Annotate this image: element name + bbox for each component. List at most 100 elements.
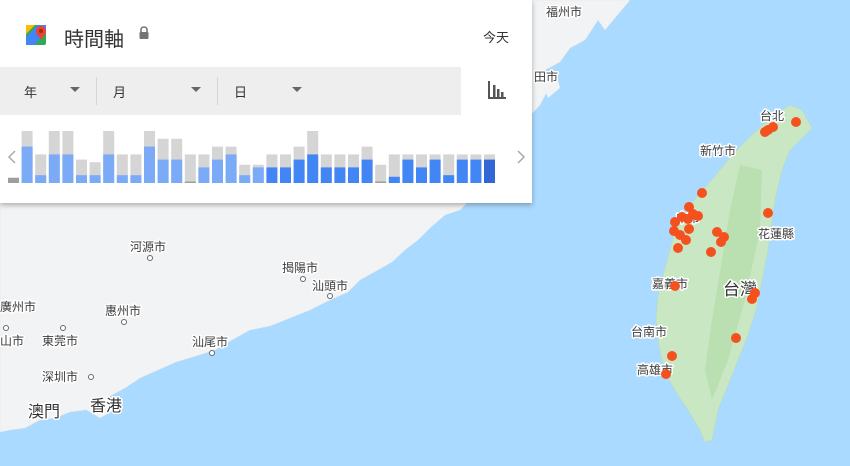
location-marker[interactable] [716,237,726,247]
histogram-bar-visits[interactable] [252,167,264,183]
label-guangzhou: 廣州市 [0,299,36,314]
location-marker[interactable] [670,281,680,291]
location-marker[interactable] [706,247,716,257]
day-select-label: 日 [234,85,248,101]
label-shenzhen: 深圳市 [42,369,78,384]
label-jieyang: 揭陽市 [282,260,318,275]
histogram-bar-total[interactable] [375,164,387,183]
page-title: 時間軸 [64,27,124,51]
chart-toggle-button[interactable] [461,67,532,115]
label-hsinchu: 新竹市 [700,143,736,158]
histogram-bar-visits[interactable] [8,177,19,183]
histogram-bar-visits[interactable] [334,167,346,183]
histogram-bar-visits[interactable] [157,159,169,183]
location-marker[interactable] [667,351,677,361]
histogram-bar-visits[interactable] [293,159,305,183]
histogram-bar-visits[interactable] [48,154,60,183]
histogram-bar-total[interactable] [184,154,196,183]
histogram-bar-visits[interactable] [320,167,332,183]
histogram-bar-visits[interactable] [375,181,387,184]
histogram-bar-visits[interactable] [443,175,455,183]
google-maps-icon [26,25,46,45]
location-marker[interactable] [661,369,671,379]
histogram-bar-visits[interactable] [307,154,319,183]
histogram-bar-visits[interactable] [198,167,210,183]
chevron-right-icon[interactable] [514,145,528,169]
histogram-bar-visits[interactable] [144,146,155,183]
histogram-bar-visits[interactable] [116,175,128,183]
histogram-bar-visits[interactable] [266,167,278,183]
histogram-bar-visits[interactable] [416,167,427,183]
histogram-bar-visits[interactable] [35,175,47,183]
location-marker[interactable] [747,294,757,304]
histogram-bar-visits[interactable] [103,154,115,183]
chevron-down-icon [70,87,80,92]
histogram-bar-visits[interactable] [76,175,87,183]
histogram-bar-visits[interactable] [89,175,101,183]
city-dot [3,325,9,331]
location-marker[interactable] [731,333,741,343]
histogram-bar-visits[interactable] [130,175,142,183]
label-fuzhou: 福州市 [546,4,582,19]
histogram-bar-visits[interactable] [212,159,223,183]
location-marker[interactable] [684,224,694,234]
label-taipei: 台北 [760,108,784,123]
label-heyuan: 河源市 [130,239,166,254]
histogram-bar-visits[interactable] [21,146,33,183]
label-hongkong: 香港 [90,396,122,415]
label-hualien: 花蓮縣 [758,226,794,241]
date-filter-bar: 年 月 日 [0,67,532,115]
location-marker[interactable] [681,235,691,245]
lock-icon [139,26,149,39]
city-dot [60,325,66,331]
location-marker[interactable] [760,127,770,137]
histogram-bar-visits[interactable] [402,159,414,183]
histogram-bar-visits[interactable] [225,154,237,183]
location-marker[interactable] [670,217,680,227]
histogram-bar-visits[interactable] [361,159,373,183]
activity-histogram [0,115,532,203]
month-select[interactable]: 月 [113,67,217,115]
label-shantou: 汕頭市 [312,278,348,293]
histogram-bar-visits[interactable] [171,159,183,183]
city-dot [121,319,127,325]
chevron-down-icon [191,87,201,92]
divider [217,77,218,105]
label-huizhou: 惠州市 [105,303,141,318]
divider [96,77,97,105]
label-tainan: 台南市 [631,324,667,339]
location-marker[interactable] [697,188,707,198]
label-chiayi: 嘉義市 [652,276,688,291]
today-button[interactable]: 今天 [483,27,509,46]
location-marker[interactable] [791,117,801,127]
label-shanwei: 汕尾市 [192,334,228,349]
histogram-chart[interactable] [0,115,532,203]
year-select[interactable]: 年 [24,67,96,115]
city-dot [300,276,306,282]
label-dongguan: 東莞市 [42,333,78,348]
label-putian: 田市 [534,69,558,84]
histogram-bar-visits[interactable] [429,159,441,183]
histogram-bar-visits[interactable] [348,167,359,183]
histogram-bar-visits[interactable] [456,159,468,183]
chevron-down-icon [292,87,302,92]
histogram-bar-visits[interactable] [388,176,400,183]
year-select-label: 年 [24,85,38,101]
location-marker[interactable] [693,211,703,221]
histogram-bar-visits[interactable] [280,167,291,183]
timeline-panel: 時間軸 今天 年 月 日 [0,0,532,203]
location-marker[interactable] [673,243,683,253]
city-dot [209,350,215,356]
histogram-bar-visits[interactable] [470,159,482,183]
city-dot [327,293,333,299]
histogram-bar-visits[interactable] [484,159,495,183]
histogram-bar-visits[interactable] [184,181,196,184]
timeline-header: 時間軸 今天 [0,0,532,67]
day-select[interactable]: 日 [234,67,324,115]
label-foshan: 山市 [0,333,24,348]
histogram-bar-visits[interactable] [62,154,74,183]
location-marker[interactable] [763,208,773,218]
city-dot [88,374,94,380]
histogram-bar-visits[interactable] [239,175,251,183]
month-select-label: 月 [113,85,127,101]
